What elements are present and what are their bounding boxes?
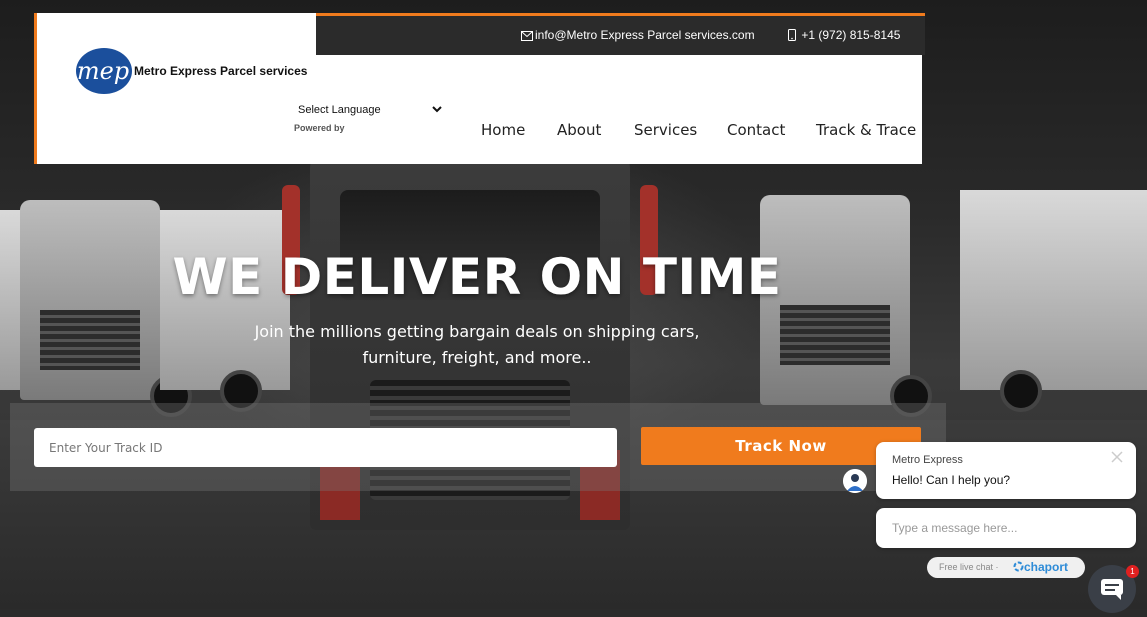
chat-agent-avatar	[843, 469, 867, 493]
hero-subline-2: furniture, freight, and more..	[362, 348, 592, 367]
nav-item-track-trace[interactable]: Track & Trace	[816, 121, 916, 139]
nav-item-services[interactable]: Services	[634, 121, 697, 139]
nav-item-contact[interactable]: Contact	[727, 121, 785, 139]
language-select-value: Select Language	[298, 104, 381, 116]
chaport-brand-text: chaport	[1024, 560, 1069, 574]
chaport-logo-icon	[1013, 561, 1024, 572]
chat-message-bubble: Metro Express Hello! Can I help you?	[876, 442, 1136, 499]
unread-count-badge: 1	[1126, 565, 1139, 578]
site-header: info@Metro Express Parcel services.com +…	[34, 13, 925, 164]
nav-item-about[interactable]: About	[557, 121, 601, 139]
contact-email-link[interactable]: info@Metro Express Parcel services.com	[521, 28, 755, 42]
contact-topbar: info@Metro Express Parcel services.com +…	[316, 13, 925, 55]
contact-email-text: info@Metro Express Parcel services.com	[535, 28, 755, 42]
language-select[interactable]: Select Language	[293, 100, 445, 120]
chat-message-input[interactable]	[876, 508, 1136, 548]
envelope-icon	[521, 31, 533, 41]
contact-phone-link[interactable]: +1 (972) 815-8145	[788, 28, 900, 42]
chat-agent-name: Metro Express	[892, 454, 963, 466]
track-id-input[interactable]	[34, 428, 617, 467]
background-truck-left-2	[160, 200, 300, 420]
brand-logo[interactable]: mep	[74, 46, 136, 98]
chat-footer-link[interactable]: Free live chat · chaport	[927, 557, 1085, 578]
agent-avatar-icon	[843, 469, 867, 493]
chat-message-text: Hello! Can I help you?	[892, 473, 1011, 487]
hero-headline: WE DELIVER ON TIME	[172, 248, 782, 306]
brand-logo-text: mep	[77, 57, 129, 85]
brand-name[interactable]: Metro Express Parcel services	[134, 64, 307, 78]
hero-subline: Join the millions getting bargain deals …	[0, 319, 954, 371]
mobile-phone-icon	[788, 29, 796, 41]
chat-footer-text: Free live chat ·	[939, 562, 999, 572]
chaport-brand: chaport	[1013, 560, 1068, 574]
translate-powered-by: Powered by	[294, 123, 345, 133]
nav-item-home[interactable]: Home	[481, 121, 525, 139]
chevron-down-icon	[432, 106, 442, 113]
contact-phone-text: +1 (972) 815-8145	[801, 28, 901, 42]
background-truck-right-2	[960, 190, 1147, 420]
hero-subline-1: Join the millions getting bargain deals …	[254, 322, 700, 341]
close-icon[interactable]	[1110, 450, 1124, 464]
